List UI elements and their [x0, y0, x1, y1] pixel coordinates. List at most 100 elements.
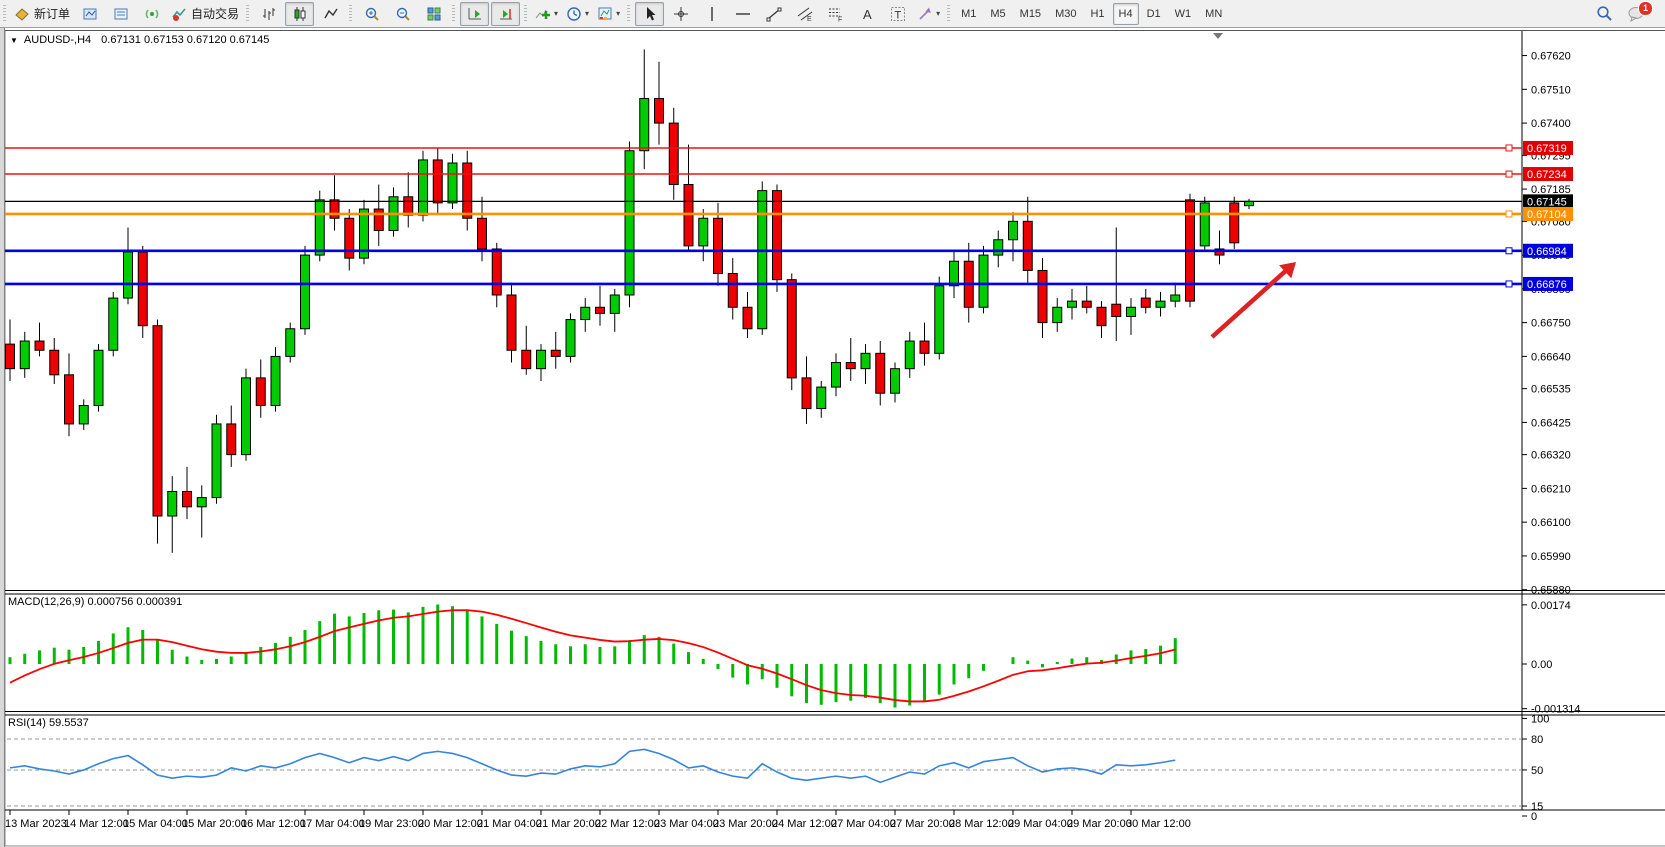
horizontal-line-button[interactable]	[728, 2, 757, 26]
data-window-button[interactable]	[106, 2, 135, 26]
channel-button[interactable]: E	[790, 2, 819, 26]
timeframe-mn-button[interactable]: MN	[1199, 3, 1228, 25]
navigator-button[interactable]	[137, 2, 166, 26]
candle-bear	[551, 350, 560, 356]
timeframe-m1-button[interactable]: M1	[955, 3, 982, 25]
candle-bull	[979, 255, 988, 307]
candle-bear	[920, 341, 929, 353]
hline-handle[interactable]	[1506, 281, 1512, 287]
candle-bull	[699, 218, 708, 246]
autotrading-button[interactable]: 自动交易	[168, 2, 242, 26]
candles-icon	[292, 6, 308, 22]
hline-handle[interactable]	[1506, 248, 1512, 254]
price-tick-label: 0.66535	[1531, 384, 1571, 396]
toolbar-grip[interactable]	[524, 5, 527, 23]
timeframe-h1-button[interactable]: H1	[1084, 3, 1110, 25]
candle-bull	[419, 160, 428, 215]
price-tick-label: 0.66210	[1531, 483, 1571, 495]
fibonacci-button[interactable]: F	[821, 2, 850, 26]
vline-icon	[704, 6, 720, 22]
channel-icon: E	[797, 6, 813, 22]
candle-bear	[227, 424, 236, 455]
price-badge-label: 0.67104	[1527, 209, 1567, 221]
toolbar-grip[interactable]	[349, 5, 352, 23]
svg-text:A: A	[863, 7, 872, 22]
vertical-line-button[interactable]	[697, 2, 726, 26]
line-chart-button[interactable]	[316, 2, 345, 26]
chevron-down-icon[interactable]: ▾	[616, 9, 620, 18]
indicators-button[interactable]: ▾	[532, 2, 561, 26]
price-tick-label: 0.66425	[1531, 417, 1571, 429]
bar-chart-button[interactable]	[254, 2, 283, 26]
price-badge-label: 0.66984	[1527, 246, 1567, 258]
candle-bear	[846, 363, 855, 369]
hline-icon	[735, 6, 751, 22]
candle-bear	[728, 274, 737, 308]
chart-shift-marker-icon[interactable]	[1213, 33, 1223, 39]
zoom-in-button[interactable]	[357, 2, 386, 26]
candle-chart-button[interactable]	[285, 2, 314, 26]
toolbar-grip[interactable]	[246, 5, 249, 23]
hline-handle[interactable]	[1506, 211, 1512, 217]
arrows-button[interactable]: ▾	[914, 2, 943, 26]
svg-text:E: E	[807, 16, 812, 22]
timeframe-w1-button[interactable]: W1	[1169, 3, 1198, 25]
price-chart-canvas[interactable]: 0.676200.675100.674000.672950.671850.670…	[0, 28, 1665, 847]
market-watch-button[interactable]	[75, 2, 104, 26]
candle-bull	[994, 240, 1003, 255]
toolbar-grip[interactable]	[3, 5, 6, 23]
periods-button[interactable]: ▾	[563, 2, 592, 26]
candle-bull	[109, 298, 118, 350]
candle-bear	[35, 341, 44, 350]
candle-bull	[79, 406, 88, 424]
toolbar-grip[interactable]	[452, 5, 455, 23]
search-icon	[1596, 5, 1613, 22]
timeframe-m15-button[interactable]: M15	[1014, 3, 1047, 25]
price-tick-label: 0.66750	[1531, 318, 1571, 330]
time-axis-label: 27 Mar 20:00	[890, 818, 955, 830]
tile-icon	[426, 6, 442, 22]
crosshair-icon	[673, 6, 689, 22]
candle-bear	[773, 191, 782, 280]
timeframe-d1-button[interactable]: D1	[1141, 3, 1167, 25]
hline-handle[interactable]	[1506, 171, 1512, 177]
candle-bear	[1082, 301, 1091, 307]
candle-bull	[625, 151, 634, 295]
clock-icon	[566, 6, 582, 22]
toolbar-group	[346, 0, 449, 27]
chevron-down-icon[interactable]: ▾	[554, 9, 558, 18]
cursor-button[interactable]	[635, 2, 664, 26]
timeframe-m30-button[interactable]: M30	[1049, 3, 1082, 25]
zoom-out-button[interactable]	[388, 2, 417, 26]
crosshair-button[interactable]	[666, 2, 695, 26]
templates-button[interactable]: ▾	[594, 2, 623, 26]
chart-shift-button[interactable]	[491, 2, 520, 26]
time-axis-label: 13 Mar 2023	[5, 818, 67, 830]
timeframe-h4-button[interactable]: H4	[1113, 3, 1139, 25]
time-axis-label: 22 Mar 12:00	[595, 818, 660, 830]
notifications-button[interactable]: 1	[1621, 2, 1650, 26]
search-button[interactable]	[1590, 2, 1619, 26]
text-button[interactable]: A	[852, 2, 881, 26]
candle-bear	[1038, 270, 1047, 322]
candle-bull	[212, 424, 221, 498]
timeframe-m5-button[interactable]: M5	[984, 3, 1011, 25]
chevron-down-icon[interactable]: ▾	[585, 9, 589, 18]
candle-bear	[256, 378, 265, 406]
symbol-dropdown-icon[interactable]: ▼	[10, 36, 18, 45]
candle-bull	[758, 191, 767, 329]
button-label: 自动交易	[191, 5, 239, 22]
candle-bull	[1156, 301, 1165, 307]
new-order-button[interactable]: 新订单	[11, 2, 73, 26]
candle-bear	[65, 375, 74, 424]
tile-windows-button[interactable]	[419, 2, 448, 26]
chevron-down-icon[interactable]: ▾	[936, 9, 940, 18]
toolbar-grip[interactable]	[947, 5, 950, 23]
text-label-button[interactable]: T	[883, 2, 912, 26]
trendline-button[interactable]	[759, 2, 788, 26]
auto-scroll-button[interactable]	[460, 2, 489, 26]
trend-arrow-annotation[interactable]	[1212, 267, 1290, 337]
time-axis-label: 17 Mar 04:00	[300, 818, 365, 830]
hline-handle[interactable]	[1506, 145, 1512, 151]
toolbar-grip[interactable]	[627, 5, 630, 23]
